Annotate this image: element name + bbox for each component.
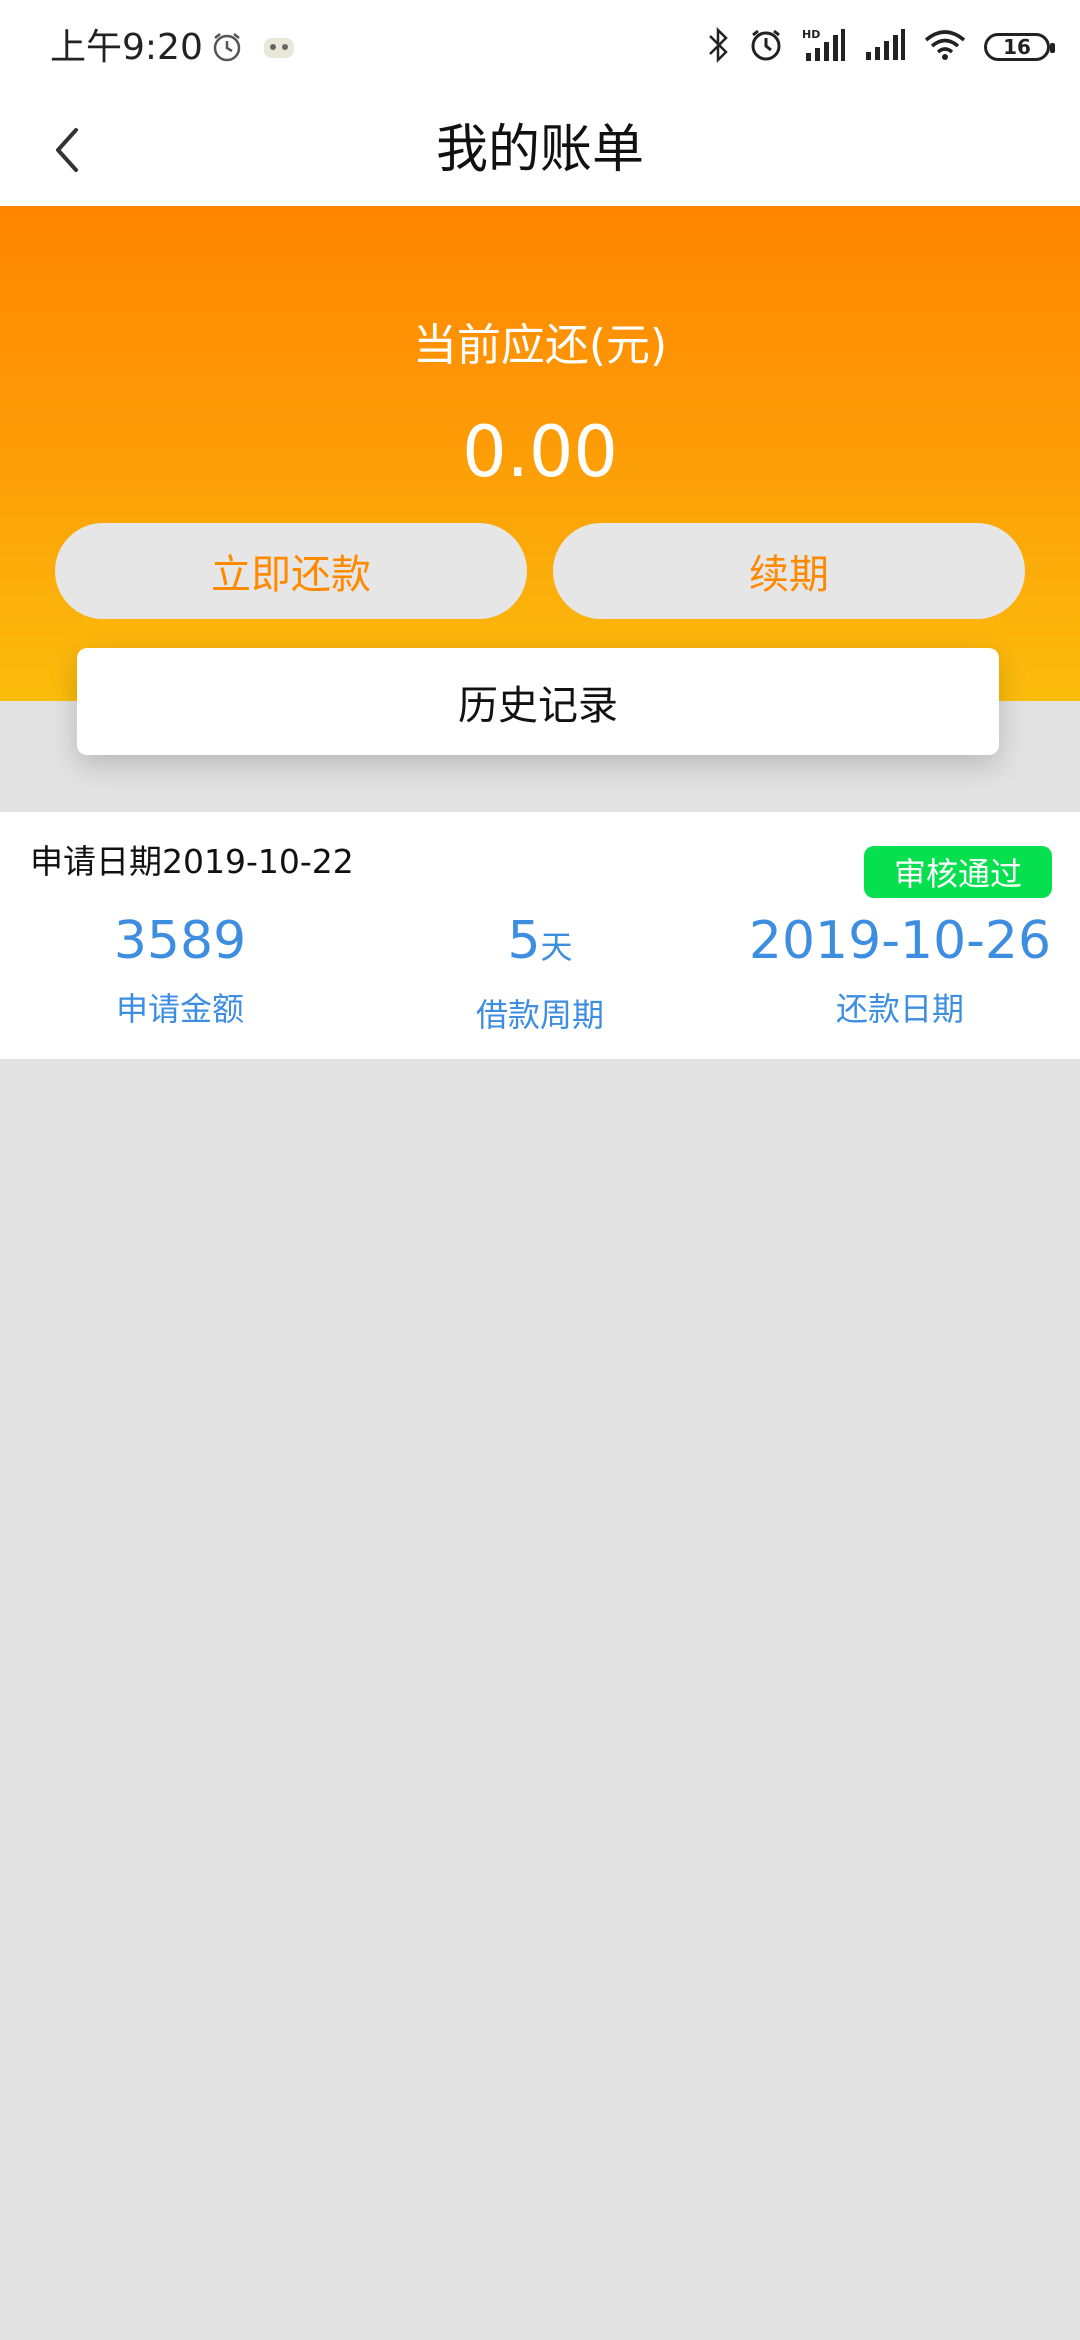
amount-header: 当前应还(元) 0.00 立即还款 续期 — [0, 206, 1080, 701]
screen: 上午9:20 HD 16 我的账单 当前应还(元) 0.00 立即还款 续期 历… — [0, 0, 1080, 2340]
svg-text:HD: HD — [802, 28, 820, 41]
repay-date-value: 2019-10-26 — [748, 911, 1052, 971]
battery-level: 16 — [1003, 35, 1031, 59]
period-value: 5 — [507, 911, 541, 971]
wifi-icon — [924, 28, 966, 66]
alarm-icon — [748, 27, 784, 67]
bluetooth-icon — [706, 26, 730, 68]
repay-date-metric: 2019-10-26 还款日期 — [720, 907, 1080, 1031]
nav-bar: 我的账单 — [0, 96, 1080, 206]
alarm-icon — [210, 30, 244, 68]
repay-date-label: 还款日期 — [835, 990, 964, 1028]
period-value-row: 5天 — [360, 907, 720, 981]
amount-metric: 3589 申请金额 — [0, 907, 360, 1031]
signal-icon — [864, 28, 906, 66]
status-left-icons — [210, 30, 296, 68]
period-label: 借款周期 — [475, 996, 604, 1034]
renew-button[interactable]: 续期 — [553, 523, 1025, 619]
history-records-button[interactable]: 历史记录 — [77, 648, 999, 755]
amount-value: 3589 — [113, 911, 247, 971]
signal-hd-icon: HD — [802, 27, 846, 67]
period-unit: 天 — [540, 928, 573, 966]
app-notification-icon — [262, 32, 296, 66]
bill-card[interactable]: 申请日期2019-10-22 审核通过 3589 申请金额 5天 借款周期 20… — [0, 812, 1080, 1059]
battery-icon: 16 — [984, 33, 1055, 61]
period-metric: 5天 借款周期 — [360, 907, 720, 1037]
status-right-icons: HD 16 — [706, 26, 1055, 68]
amount-label: 申请金额 — [115, 990, 244, 1028]
due-label: 当前应还(元) — [412, 320, 668, 371]
page-title: 我的账单 — [435, 120, 644, 180]
repay-now-button[interactable]: 立即还款 — [55, 523, 527, 619]
status-time: 上午9:20 — [50, 27, 203, 68]
due-amount: 0.00 — [462, 411, 618, 493]
status-badge: 审核通过 — [864, 846, 1052, 898]
apply-date: 申请日期2019-10-22 — [30, 842, 354, 881]
status-bar: 上午9:20 HD 16 — [0, 0, 1080, 96]
